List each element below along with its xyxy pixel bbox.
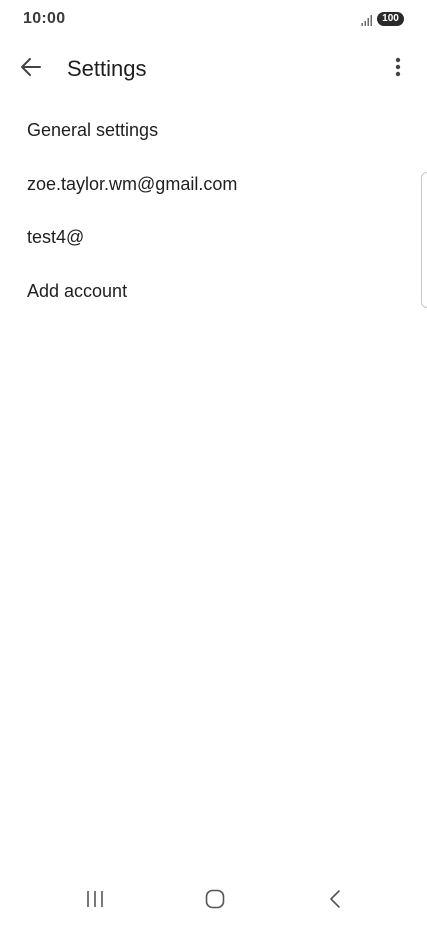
account-email-label: test4@ <box>27 227 85 248</box>
settings-list: General settings zoe.taylor.wm@gmail.com… <box>0 104 427 318</box>
status-bar: 10:00 100 <box>0 0 427 40</box>
add-account-item[interactable]: Add account <box>0 265 427 319</box>
account-email-label: zoe.taylor.wm@gmail.com <box>27 173 238 194</box>
recents-icon <box>85 890 105 913</box>
battery-icon: 100 <box>377 12 404 26</box>
account-item-zoe[interactable]: zoe.taylor.wm@gmail.com <box>0 158 427 212</box>
back-button[interactable] <box>14 54 48 84</box>
general-settings-item[interactable]: General settings <box>0 104 427 158</box>
screen: 10:00 100 Settings General settings zoe.… <box>0 0 427 926</box>
nav-back-icon <box>328 889 342 914</box>
more-options-button[interactable] <box>384 54 412 84</box>
page-title: Settings <box>67 56 147 81</box>
general-settings-label: General settings <box>27 120 159 141</box>
status-time: 10:00 <box>23 10 66 27</box>
app-bar: Settings <box>0 44 427 94</box>
edge-panel-handle[interactable] <box>421 172 427 308</box>
navigation-bar <box>0 876 427 926</box>
nav-back-button[interactable] <box>322 889 348 913</box>
account-item-test4[interactable]: test4@ <box>0 211 427 265</box>
arrow-back-icon <box>20 57 42 82</box>
add-account-label: Add account <box>27 280 128 301</box>
home-icon <box>205 889 225 914</box>
more-vert-icon <box>395 57 401 82</box>
signal-icon <box>361 13 373 26</box>
home-button[interactable] <box>202 889 228 913</box>
recents-button[interactable] <box>82 890 108 912</box>
